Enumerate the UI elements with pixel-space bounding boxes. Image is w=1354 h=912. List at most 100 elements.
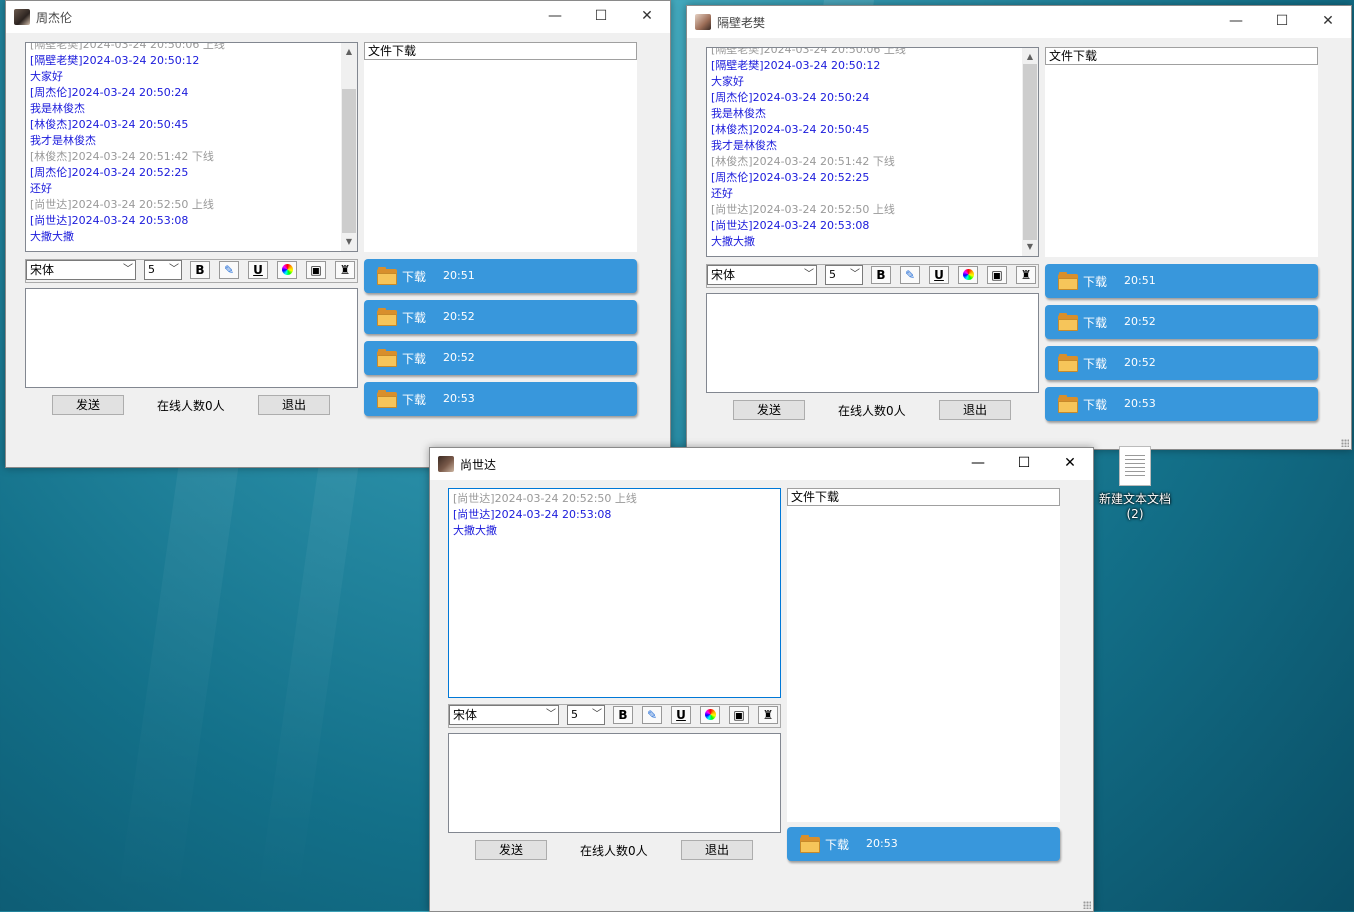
- scroll-down-icon[interactable]: ▼: [1022, 240, 1038, 254]
- save-icon[interactable]: ▣: [729, 706, 749, 724]
- bold-icon[interactable]: B: [613, 706, 633, 724]
- chat-message-line: [尚世达]2024-03-24 20:53:08: [453, 508, 612, 521]
- close-button[interactable]: ✕: [1047, 448, 1093, 480]
- minimize-button[interactable]: —: [532, 1, 578, 33]
- close-button[interactable]: ✕: [1305, 6, 1351, 38]
- color-wheel-icon[interactable]: [958, 266, 978, 284]
- minimize-button[interactable]: —: [955, 448, 1001, 480]
- save-icon[interactable]: ▣: [306, 261, 326, 279]
- file-download-panel: 文件下载: [787, 488, 1060, 822]
- chat-log[interactable]: [隔壁老樊]2024-03-24 20:50:06 上线 [隔壁老樊]2024-0…: [706, 47, 1039, 257]
- underline-icon[interactable]: U: [929, 266, 949, 284]
- chat-message-line: 我是林俊杰: [711, 107, 766, 120]
- maximize-button[interactable]: ☐: [578, 1, 624, 33]
- scroll-up-icon[interactable]: ▲: [1022, 50, 1038, 64]
- send-button[interactable]: 发送: [475, 840, 547, 860]
- scroll-down-icon[interactable]: ▼: [341, 235, 357, 249]
- window-title: 尚世达: [460, 458, 497, 472]
- download-label: 下载: [825, 838, 850, 852]
- send-button[interactable]: 发送: [52, 395, 124, 415]
- text-document-icon: [1119, 446, 1151, 486]
- download-item[interactable]: 下载 20:52: [364, 341, 637, 375]
- bold-icon[interactable]: B: [871, 266, 891, 284]
- size-select[interactable]: 5 ﹀: [567, 705, 605, 725]
- download-item[interactable]: 下载 20:53: [787, 827, 1060, 861]
- send-button[interactable]: 发送: [733, 400, 805, 420]
- chat-window-gebilaofan: 隔壁老樊 — ☐ ✕ [隔壁老樊]2024-03-24 20:50:06 上线[…: [686, 5, 1352, 450]
- chat-message-line: [林俊杰]2024-03-24 20:50:45: [711, 123, 870, 136]
- chat-message-line: [周杰伦]2024-03-24 20:52:25: [30, 166, 189, 179]
- close-button[interactable]: ✕: [624, 1, 670, 33]
- download-label: 下载: [402, 393, 427, 407]
- font-select[interactable]: 宋体 ﹀: [26, 260, 136, 280]
- resize-grip[interactable]: [1341, 439, 1349, 447]
- message-input[interactable]: [25, 288, 358, 388]
- chat-log[interactable]: [尚世达]2024-03-24 20:52:50 上线 [尚世达]2024-03-…: [448, 488, 781, 698]
- file-download-panel: 文件下载: [364, 42, 637, 252]
- minimize-button[interactable]: —: [1213, 6, 1259, 38]
- scroll-thumb[interactable]: [342, 89, 356, 233]
- download-item[interactable]: 下载 20:52: [1045, 346, 1318, 380]
- pen-icon[interactable]: ✎: [219, 261, 239, 279]
- download-item[interactable]: 下载 20:53: [364, 382, 637, 416]
- download-item[interactable]: 下载 20:52: [364, 300, 637, 334]
- font-select[interactable]: 宋体 ﹀: [707, 265, 817, 285]
- resize-grip[interactable]: [1083, 901, 1091, 909]
- format-toolbar: 宋体 ﹀ 5 ﹀ B ✎ U ▣ ♜: [25, 259, 358, 283]
- chat-message-line: [周杰伦]2024-03-24 20:50:24: [711, 91, 870, 104]
- color-wheel-icon[interactable]: [277, 261, 297, 279]
- chat-message-line: [隔壁老樊]2024-03-24 20:50:06 上线: [30, 42, 225, 51]
- download-label: 下载: [402, 311, 427, 325]
- message-input[interactable]: [706, 293, 1039, 393]
- exit-button[interactable]: 退出: [258, 395, 330, 415]
- download-item[interactable]: 下载 20:53: [1045, 387, 1318, 421]
- clear-icon[interactable]: ♜: [1016, 266, 1036, 284]
- window-title: 周杰伦: [36, 11, 73, 25]
- color-wheel-icon[interactable]: [700, 706, 720, 724]
- underline-icon[interactable]: U: [248, 261, 268, 279]
- file-download-header: 文件下载: [787, 488, 1060, 506]
- clear-icon[interactable]: ♜: [335, 261, 355, 279]
- chat-message-line: 我才是林俊杰: [30, 134, 96, 147]
- font-select[interactable]: 宋体 ﹀: [449, 705, 559, 725]
- chat-message-line: 大家好: [30, 70, 63, 83]
- scroll-thumb[interactable]: [1023, 64, 1037, 240]
- size-select[interactable]: 5 ﹀: [825, 265, 863, 285]
- chat-window-shangshida: 尚世达 — ☐ ✕ [尚世达]2024-03-24 20:52:50 上线 [尚世…: [429, 447, 1094, 912]
- chevron-down-icon: ﹀: [804, 269, 814, 280]
- desktop-text-document[interactable]: 新建文本文档 (2): [1096, 446, 1174, 521]
- download-item[interactable]: 下载 20:52: [1045, 305, 1318, 339]
- title-bar[interactable]: 周杰伦 — ☐ ✕: [6, 1, 670, 33]
- clear-icon[interactable]: ♜: [758, 706, 778, 724]
- download-item[interactable]: 下载 20:51: [1045, 264, 1318, 298]
- chat-message-line: [周杰伦]2024-03-24 20:52:25: [711, 171, 870, 184]
- folder-icon: [1058, 272, 1078, 290]
- exit-button[interactable]: 退出: [939, 400, 1011, 420]
- exit-button[interactable]: 退出: [681, 840, 753, 860]
- title-bar[interactable]: 尚世达 — ☐ ✕: [430, 448, 1093, 480]
- avatar-icon: [695, 14, 711, 30]
- chat-scrollbar[interactable]: ▲ ▼: [1022, 48, 1038, 256]
- pen-icon[interactable]: ✎: [642, 706, 662, 724]
- online-count: 在线人数0人: [838, 404, 906, 418]
- scroll-up-icon[interactable]: ▲: [341, 45, 357, 59]
- save-icon[interactable]: ▣: [987, 266, 1007, 284]
- folder-icon: [377, 267, 397, 285]
- folder-icon: [1058, 395, 1078, 413]
- chat-log[interactable]: [隔壁老樊]2024-03-24 20:50:06 上线 [隔壁老樊]2024-0…: [25, 42, 358, 252]
- download-item[interactable]: 下载 20:51: [364, 259, 637, 293]
- bold-icon[interactable]: B: [190, 261, 210, 279]
- message-input[interactable]: [448, 733, 781, 833]
- maximize-button[interactable]: ☐: [1259, 6, 1305, 38]
- chat-message-line: [尚世达]2024-03-24 20:52:50 上线: [30, 198, 214, 211]
- file-download-header: 文件下载: [1045, 47, 1318, 65]
- title-bar[interactable]: 隔壁老樊 — ☐ ✕: [687, 6, 1351, 38]
- format-toolbar: 宋体 ﹀ 5 ﹀ B ✎ U ▣ ♜: [706, 264, 1039, 288]
- chat-scrollbar[interactable]: ▲ ▼: [341, 43, 357, 251]
- size-select[interactable]: 5 ﹀: [144, 260, 182, 280]
- chevron-down-icon: ﹀: [169, 264, 179, 275]
- underline-icon[interactable]: U: [671, 706, 691, 724]
- download-time: 20:53: [1124, 397, 1156, 410]
- pen-icon[interactable]: ✎: [900, 266, 920, 284]
- maximize-button[interactable]: ☐: [1001, 448, 1047, 480]
